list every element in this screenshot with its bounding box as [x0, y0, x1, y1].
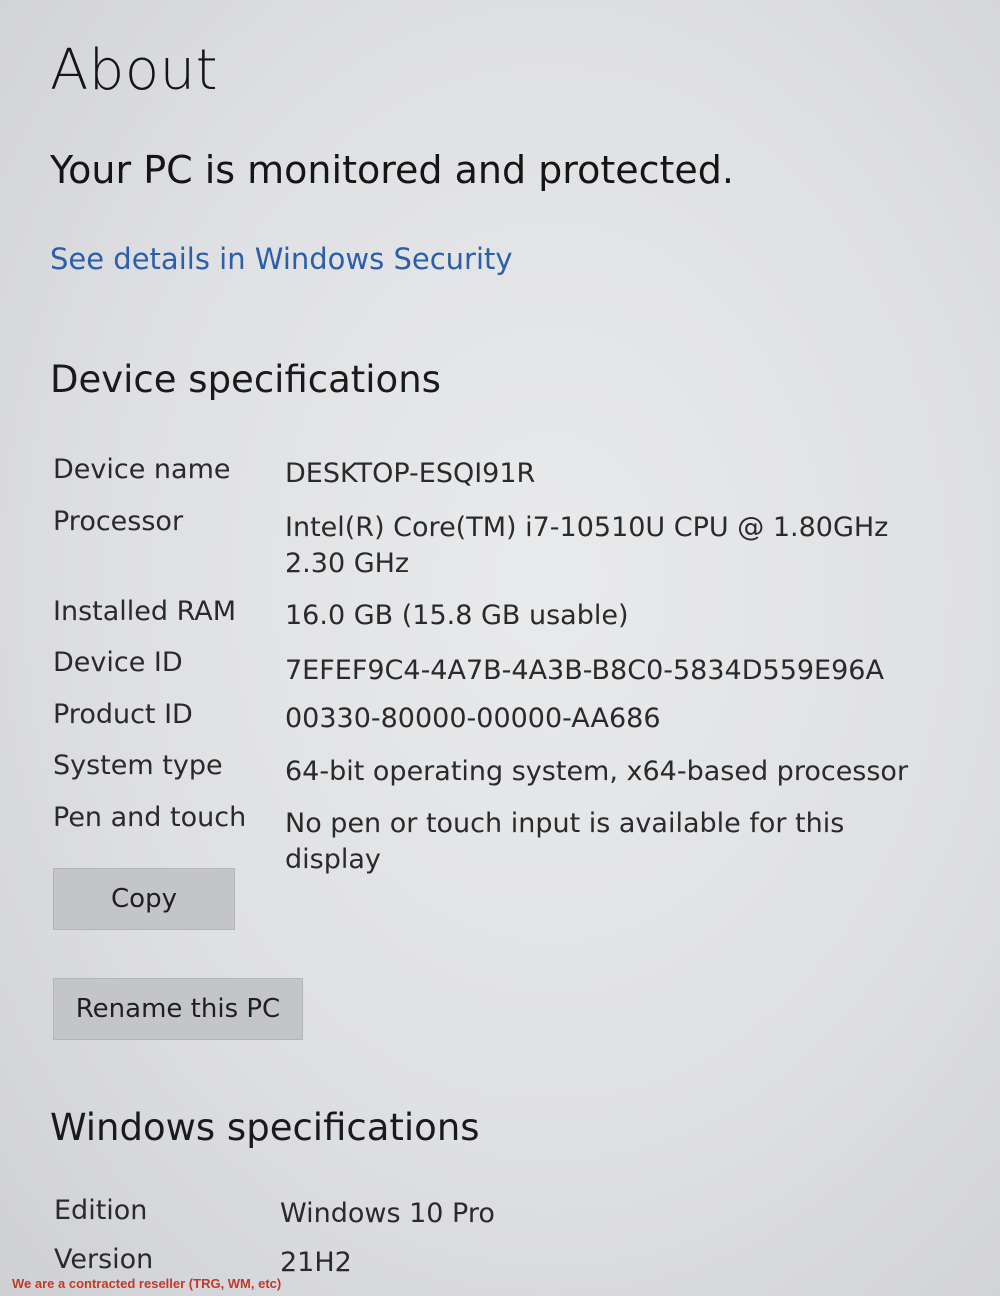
spec-label-device-id: Device ID — [53, 647, 183, 678]
spec-label-product-id: Product ID — [53, 699, 193, 730]
device-specs-heading: Device specifications — [50, 358, 441, 401]
spec-label-device-name: Device name — [53, 454, 231, 485]
page-title: About — [50, 38, 219, 103]
win-value-version: 21H2 — [280, 1247, 352, 1278]
spec-label-processor: Processor — [53, 506, 184, 537]
spec-value-processor: Intel(R) Core(TM) i7-10510U CPU @ 1.80GH… — [285, 512, 915, 579]
windows-security-link[interactable]: See details in Windows Security — [50, 242, 513, 276]
spec-value-system-type: 64-bit operating system, x64-based proce… — [285, 756, 909, 787]
copy-button[interactable]: Copy — [53, 868, 235, 930]
spec-value-installed-ram: 16.0 GB (15.8 GB usable) — [285, 600, 629, 631]
spec-value-device-id: 7EFEF9C4-4A7B-4A3B-B8C0-5834D559E96A — [285, 655, 884, 686]
spec-label-installed-ram: Installed RAM — [53, 596, 237, 627]
rename-pc-button[interactable]: Rename this PC — [53, 978, 303, 1040]
win-value-edition: Windows 10 Pro — [280, 1198, 495, 1229]
protection-message: Your PC is monitored and protected. — [50, 148, 734, 192]
spec-label-system-type: System type — [53, 750, 223, 781]
spec-value-product-id: 00330-80000-00000-AA686 — [285, 703, 661, 734]
win-label-edition: Edition — [54, 1195, 148, 1226]
win-label-version: Version — [54, 1244, 154, 1275]
spec-label-pen-touch: Pen and touch — [53, 802, 247, 833]
spec-value-device-name: DESKTOP-ESQI91R — [285, 458, 536, 489]
spec-value-pen-touch: No pen or touch input is available for t… — [285, 808, 845, 875]
reseller-watermark: We are a contracted reseller (TRG, WM, e… — [12, 1276, 282, 1291]
windows-specs-heading: Windows specifications — [50, 1106, 480, 1149]
